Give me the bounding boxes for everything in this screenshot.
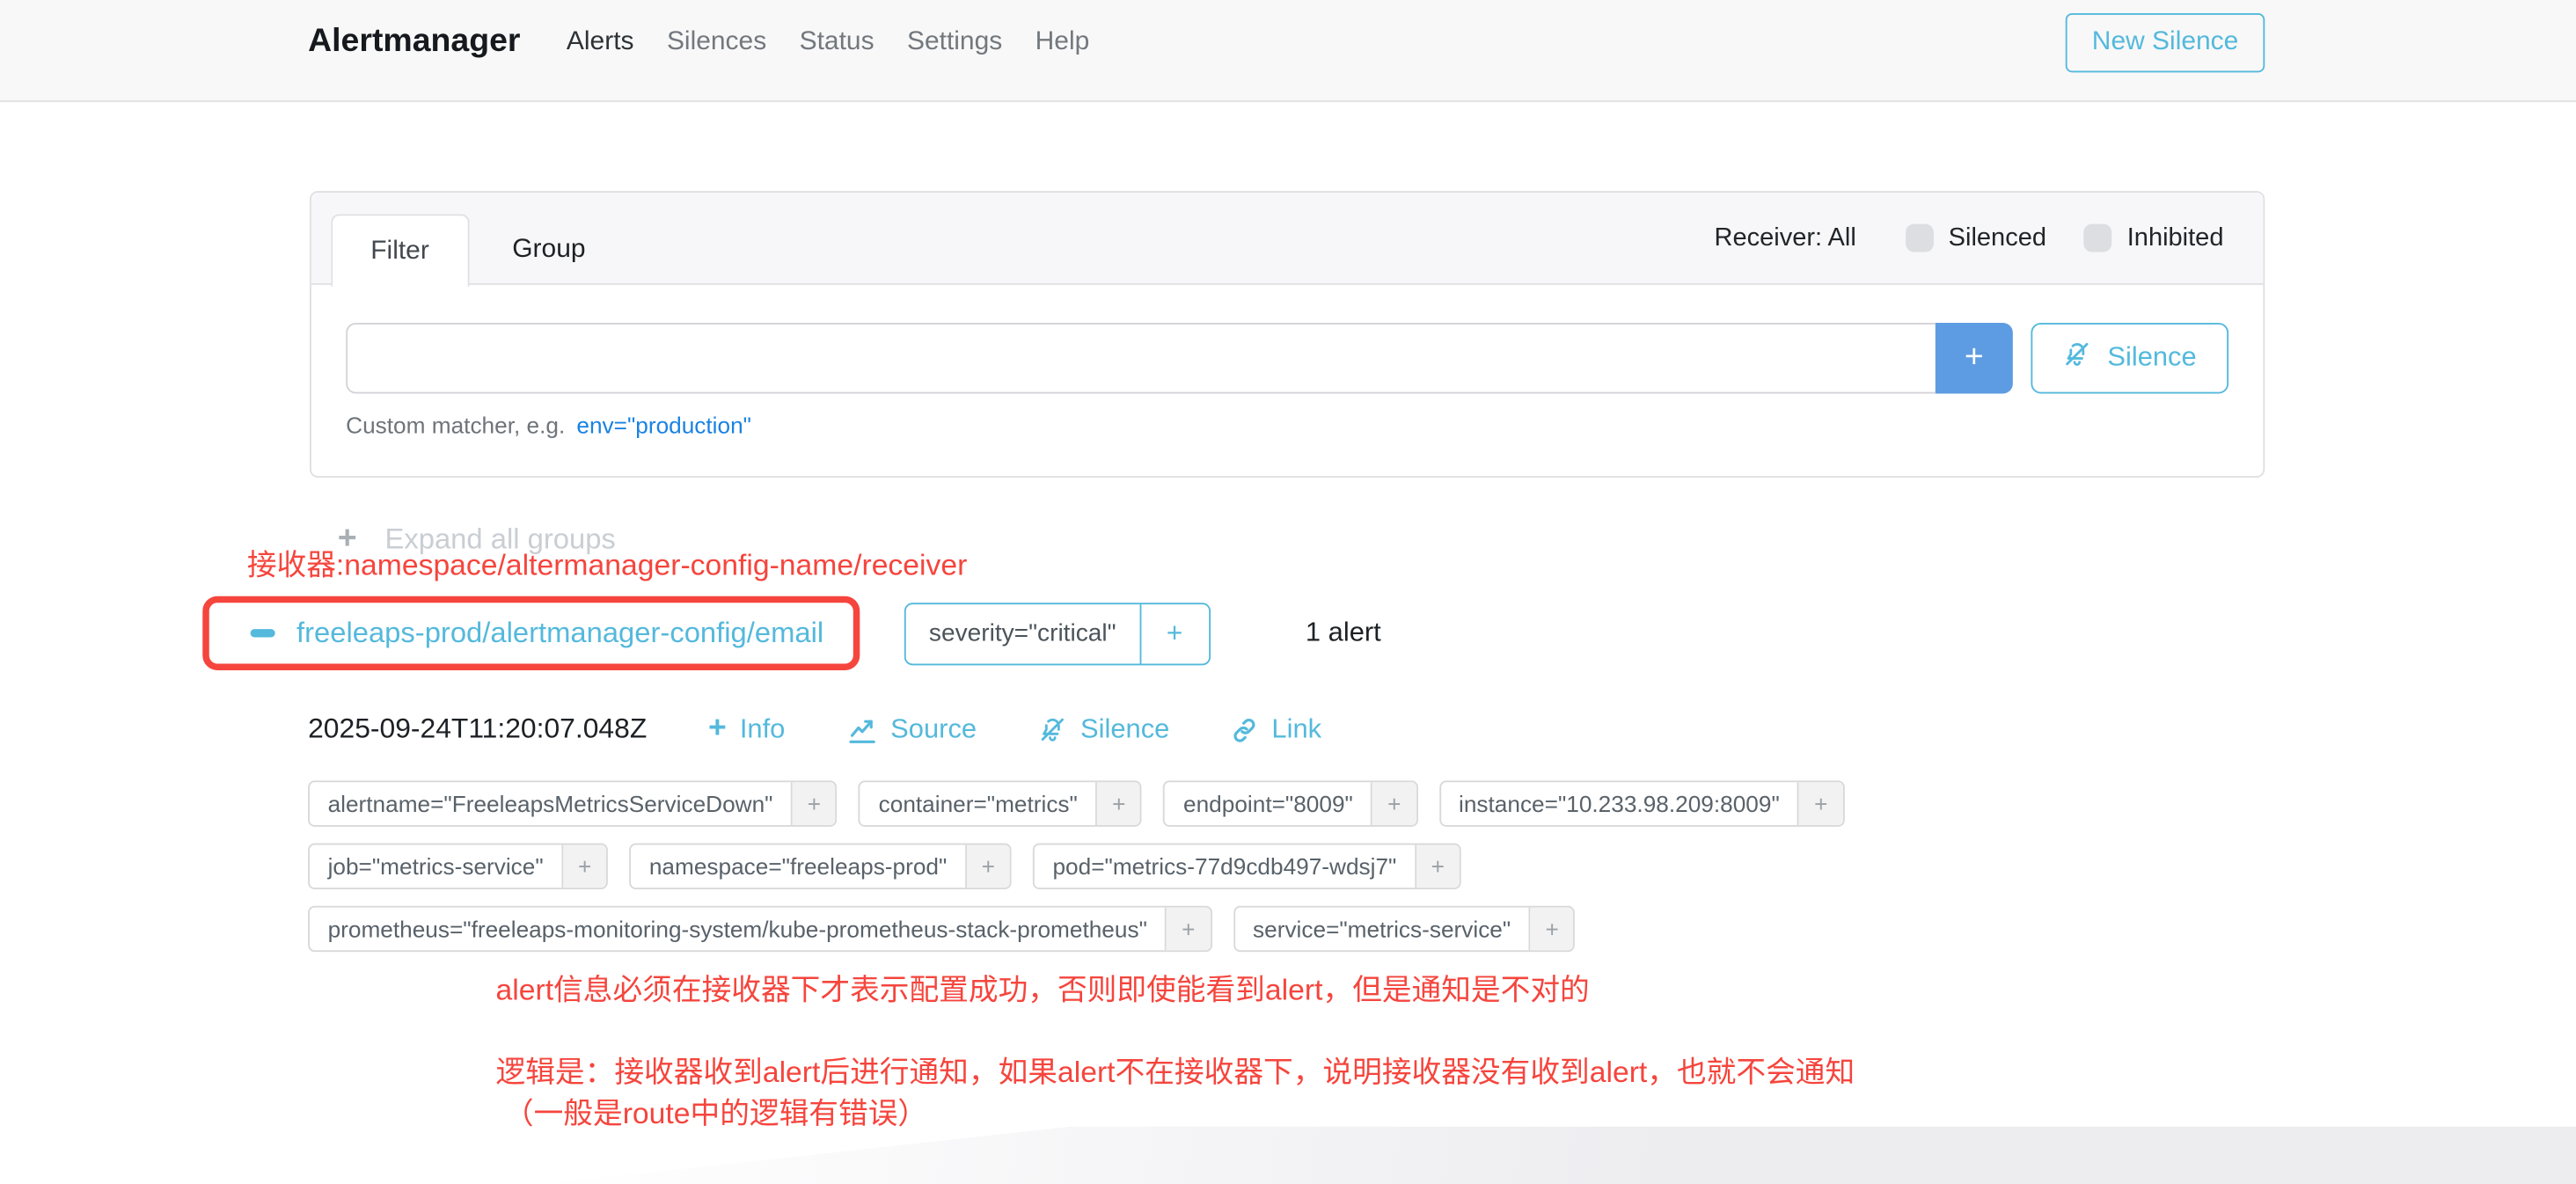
label-tag-service: service="metrics-service" + (1233, 906, 1576, 952)
label-text: job="metrics-service" (310, 844, 561, 888)
label-add-button[interactable]: + (1797, 782, 1842, 825)
label-text: service="metrics-service" (1234, 908, 1528, 951)
group-collapse-button[interactable]: freeleaps-prod/alertmanager-config/email (209, 616, 823, 650)
group-filter-tag-add-button[interactable]: + (1139, 603, 1209, 662)
alert-count: 1 alert (1306, 618, 1381, 649)
alert-group-row: freeleaps-prod/alertmanager-config/email… (202, 596, 1380, 670)
link-icon (1231, 715, 1259, 743)
label-text: container="metrics" (860, 782, 1095, 825)
silence-button-label: Silence (2107, 342, 2196, 374)
filter-card: Filter Group Receiver: All Silenced Inhi… (310, 191, 2265, 478)
label-add-button[interactable]: + (1165, 908, 1210, 951)
inhibited-label: Inhibited (2127, 223, 2224, 253)
info-button[interactable]: + Info (708, 712, 785, 748)
link-button[interactable]: Link (1231, 712, 1321, 748)
inhibited-checkbox[interactable] (2084, 224, 2112, 252)
label-tag-prometheus: prometheus="freeleaps-monitoring-system/… (308, 906, 1211, 952)
nav-item-help[interactable]: Help (1019, 27, 1106, 57)
silence-alert-button[interactable]: Silence (1037, 712, 1169, 748)
matcher-example-link[interactable]: env="production" (576, 412, 751, 438)
nav-item-silences[interactable]: Silences (650, 27, 783, 57)
hint-text: Custom matcher, e.g. (346, 412, 565, 438)
silenced-label: Silenced (1949, 223, 2046, 253)
nav-item-alerts[interactable]: Alerts (550, 27, 650, 57)
alert-actions: + Info Source (708, 712, 1321, 748)
label-row: alertname="FreeleapsMetricsServiceDown" … (308, 780, 1844, 826)
alertmanager-page: Alertmanager Alerts Silences Status Sett… (0, 0, 2576, 1184)
label-tag-job: job="metrics-service" + (308, 844, 608, 889)
label-tag-namespace: namespace="freeleaps-prod" + (629, 844, 1011, 889)
app-brand: Alertmanager (308, 23, 520, 61)
annotation-note-3: （一般是route中的逻辑有错误） (504, 1090, 927, 1133)
matcher-input[interactable] (346, 323, 1936, 394)
filter-card-body: + Silence Custom matcher, e.g. env="produ… (311, 285, 2264, 438)
bell-slash-icon (2063, 340, 2093, 377)
label-text: alertname="FreeleapsMetricsServiceDown" (310, 782, 791, 825)
silence-label: Silence (1080, 714, 1169, 746)
screenshot-shadow (544, 1127, 2576, 1184)
label-text: endpoint="8009" (1165, 782, 1371, 825)
add-matcher-button[interactable]: + (1936, 323, 2013, 394)
receiver-selector[interactable]: Receiver: All (1715, 223, 1856, 253)
label-tag-pod: pod="metrics-77d9cdb497-wdsj7" + (1033, 844, 1461, 889)
label-row: prometheus="freeleaps-monitoring-system/… (308, 906, 1575, 952)
chart-line-icon (846, 715, 878, 743)
annotation-note-1: alert信息必须在接收器下才表示配置成功，否则即使能看到alert，但是通知是… (496, 967, 1590, 1010)
minus-icon (251, 629, 275, 637)
nav-item-settings[interactable]: Settings (890, 27, 1019, 57)
alert-header-row: 2025-09-24T11:20:07.048Z + Info Source (308, 712, 1321, 748)
label-add-button[interactable]: + (561, 844, 606, 888)
link-label: Link (1271, 714, 1321, 746)
source-label: Source (890, 714, 977, 746)
group-filter-tag-text: severity="critical" (906, 603, 1139, 662)
label-text: instance="10.233.98.209:8009" (1440, 782, 1797, 825)
filter-card-header: Filter Group Receiver: All Silenced Inhi… (311, 193, 2264, 285)
group-name: freeleaps-prod/alertmanager-config/email (296, 616, 823, 650)
bell-slash-icon (1037, 715, 1067, 745)
label-tag-container: container="metrics" + (859, 780, 1142, 826)
tab-group[interactable]: Group (483, 214, 616, 286)
label-add-button[interactable]: + (1529, 908, 1574, 951)
label-text: namespace="freeleaps-prod" (631, 844, 965, 888)
label-text: pod="metrics-77d9cdb497-wdsj7" (1035, 844, 1415, 888)
silenced-checkbox[interactable] (1906, 224, 1934, 252)
label-add-button[interactable]: + (1415, 844, 1460, 888)
matcher-hint: Custom matcher, e.g. env="production" (346, 412, 2228, 438)
label-tag-instance: instance="10.233.98.209:8009" + (1439, 780, 1845, 826)
label-add-button[interactable]: + (791, 782, 836, 825)
annotation-receiver-note: 接收器:namespace/altermanager-config-name/r… (247, 542, 968, 585)
silence-button[interactable]: Silence (2031, 323, 2228, 394)
plus-icon: + (708, 712, 727, 748)
filter-options: Receiver: All Silenced Inhibited (1715, 223, 2224, 253)
info-label: Info (740, 714, 786, 746)
label-row: job="metrics-service" + namespace="freel… (308, 844, 1461, 889)
navbar: Alertmanager Alerts Silences Status Sett… (0, 0, 2576, 102)
label-text: prometheus="freeleaps-monitoring-system/… (310, 908, 1165, 951)
label-tag-endpoint: endpoint="8009" + (1164, 780, 1418, 826)
label-add-button[interactable]: + (965, 844, 1010, 888)
alert-timestamp: 2025-09-24T11:20:07.048Z (308, 713, 708, 746)
new-silence-button[interactable]: New Silence (2066, 12, 2265, 71)
annotation-red-box: freeleaps-prod/alertmanager-config/email (202, 596, 860, 670)
label-add-button[interactable]: + (1095, 782, 1140, 825)
source-button[interactable]: Source (846, 712, 977, 748)
nav-item-status[interactable]: Status (783, 27, 890, 57)
tab-filter[interactable]: Filter (331, 214, 468, 286)
annotation-note-2: 逻辑是：接收器收到alert后进行通知，如果alert不在接收器下，说明接收器没… (496, 1049, 1855, 1093)
label-add-button[interactable]: + (1371, 782, 1416, 825)
group-filter-tag: severity="critical" + (904, 602, 1210, 664)
label-tag-alertname: alertname="FreeleapsMetricsServiceDown" … (308, 780, 838, 826)
